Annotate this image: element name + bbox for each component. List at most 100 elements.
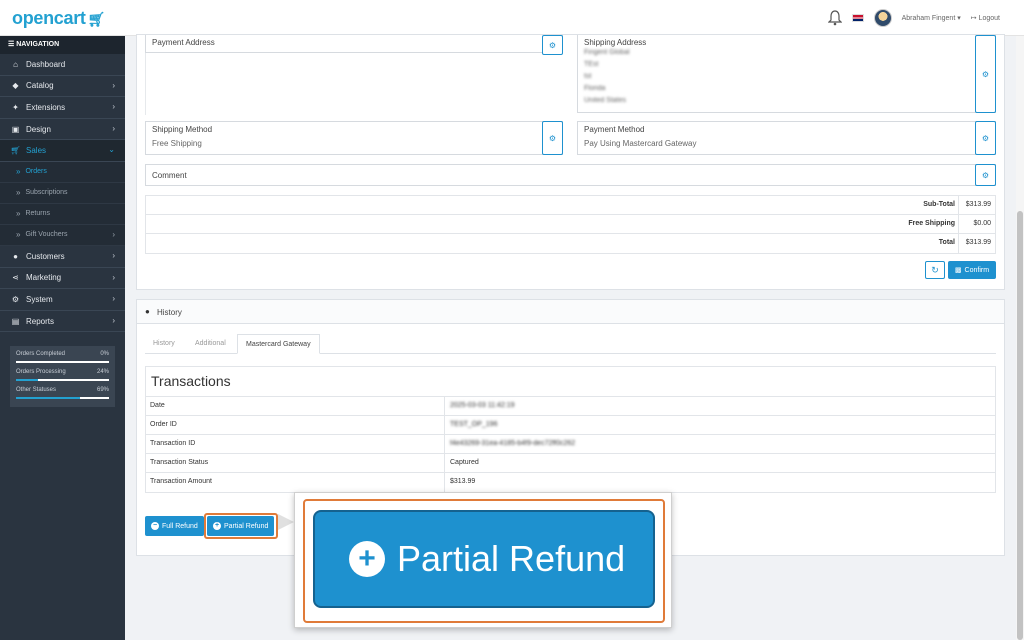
history-title: History (157, 308, 182, 317)
sidebar-subitem-orders[interactable]: » Orders (0, 161, 125, 183)
tab-additional[interactable]: Additional (187, 334, 234, 354)
chevron-right-icon: › (112, 315, 115, 325)
stat-label: Orders Completed (16, 351, 66, 358)
stat-label: Orders Processing (16, 369, 66, 376)
row-value: Captured (450, 459, 479, 466)
shipping-address-line: Fingent Global (584, 49, 630, 56)
sidebar-item-customers[interactable]: ● Customers › (0, 246, 125, 268)
confirm-button[interactable]: ▩ Confirm (948, 261, 996, 279)
sidebar-item-label: Extensions (26, 102, 66, 112)
payment-address-box: Payment Address (145, 35, 563, 53)
uk-flag-icon[interactable] (851, 14, 864, 22)
navigation-heading: ☰ NAVIGATION (0, 36, 125, 54)
comment-icon: ● (145, 307, 150, 316)
comment-settings-button[interactable]: ⚙ (975, 164, 996, 186)
tab-mastercard-gateway[interactable]: Mastercard Gateway (237, 334, 320, 354)
comment-title: Comment (152, 171, 187, 180)
zoom-callout: + Partial Refund (294, 492, 672, 628)
order-totals: Sub-Total $313.99 Free Shipping $0.00 Tota… (145, 195, 996, 254)
cog-icon: ⚙ (548, 133, 557, 143)
table-row: Transaction ID f4e43269-31ea-4185-b4f9-de… (146, 435, 995, 454)
chevron-right-icon: › (112, 272, 115, 282)
monitor-icon: ▣ (11, 124, 20, 134)
totals-row: Sub-Total $313.99 (146, 196, 995, 215)
avatar[interactable] (873, 9, 892, 27)
sidebar-item-label: Reports (26, 316, 55, 326)
shipping-address-line: Florida (584, 85, 606, 92)
stat-label: Other Statuses (16, 387, 57, 394)
opencart-logo[interactable]: opencart 🛒︎ (12, 8, 105, 29)
partial-refund-button-zoomed[interactable]: + Partial Refund (313, 510, 655, 608)
partial-refund-button[interactable]: + Partial Refund (207, 516, 275, 536)
full-refund-button[interactable]: − Full Refund (145, 516, 204, 536)
sidebar-item-marketing[interactable]: ⋖ Marketing › (0, 268, 125, 290)
sidebar-subitem-returns[interactable]: » Returns (0, 203, 125, 225)
refresh-button[interactable]: ↻ (925, 261, 945, 279)
sidebar-item-design[interactable]: ▣ Design › (0, 119, 125, 141)
stat-bar (16, 379, 109, 382)
logout-link[interactable]: ↦ Logout (971, 14, 1000, 22)
scrollbar-thumb[interactable] (1017, 211, 1023, 640)
shipping-method-settings-button[interactable]: ⚙ (542, 121, 563, 155)
table-row: Transaction Amount $313.99 (146, 473, 995, 492)
stat-other-statuses: Other Statuses 69% (16, 385, 109, 403)
sidebar-item-reports[interactable]: ▤ Reports › (0, 311, 125, 333)
stat-percent: 0% (100, 351, 109, 358)
user-name: Abraham Fingent (901, 15, 956, 22)
sidebar-subitem-label: Gift Vouchers (25, 231, 68, 239)
payment-address-settings-button[interactable]: ⚙ (542, 35, 563, 55)
stat-bar (16, 397, 109, 400)
row-key: Transaction ID (150, 440, 196, 447)
sidebar-item-extensions[interactable]: ✦ Extensions › (0, 97, 125, 119)
totals-row: Total $313.99 (146, 234, 995, 253)
sidebar: ☰ NAVIGATION ⌂ Dashboard ◆ Catalog › ✦ Exten… (0, 36, 125, 640)
scrollbar[interactable] (1016, 36, 1024, 640)
transactions-table: Transactions Date 2025-03-03 11:42:19 Ord… (145, 366, 996, 493)
payment-method-title: Payment Method (584, 125, 645, 134)
bell-icon[interactable] (827, 10, 843, 26)
totals-row: Free Shipping $0.00 (146, 215, 995, 234)
sidebar-item-label: Catalog (26, 81, 54, 91)
sidebar-item-catalog[interactable]: ◆ Catalog › (0, 76, 125, 98)
totals-value: $313.99 (965, 239, 991, 246)
shipping-address-box: Shipping Address Fingent Global TEst tst… (577, 35, 996, 113)
sidebar-item-sales[interactable]: 🛒︎ Sales ⌄ (0, 140, 125, 162)
shipping-address-settings-button[interactable]: ⚙ (975, 35, 996, 113)
shipping-address-title: Shipping Address (584, 38, 647, 47)
sidebar-item-dashboard[interactable]: ⌂ Dashboard (0, 54, 125, 76)
chevron-right-icon: › (112, 102, 115, 112)
row-key: Order ID (150, 421, 177, 428)
user-menu[interactable]: Abraham Fingent ▾ (902, 14, 961, 22)
plus-circle-icon: + (349, 541, 385, 577)
chevron-right-icon: › (112, 250, 115, 260)
shipping-method-value: Free Shipping (152, 139, 202, 148)
row-value: TEST_OP_196 (450, 421, 498, 428)
sidebar-subitem-gift-vouchers[interactable]: » Gift Vouchers › (0, 224, 125, 246)
tab-history[interactable]: History (145, 334, 183, 354)
sidebar-item-system[interactable]: ⚙ System › (0, 289, 125, 311)
totals-label: Total (938, 239, 955, 246)
payment-address-area (145, 53, 563, 115)
row-value: f4e43269-31ea-4185-b4f9-dec72ff0c262 (450, 440, 576, 447)
confirm-label: Confirm (964, 266, 990, 274)
comment-box: Comment (145, 164, 996, 186)
shipping-address-line: United States (584, 97, 627, 104)
cog-icon: ⚙ (981, 133, 990, 143)
totals-value: $313.99 (965, 201, 991, 208)
callout-pointer (278, 514, 294, 530)
payment-address-title: Payment Address (152, 38, 215, 47)
stat-percent: 69% (96, 387, 109, 394)
payment-method-settings-button[interactable]: ⚙ (975, 121, 996, 155)
caret-down-icon: ▾ (957, 15, 961, 22)
sidebar-subitem-subscriptions[interactable]: » Subscriptions (0, 182, 125, 204)
home-icon: ⌂ (13, 59, 18, 69)
chevron-right-icon: › (112, 80, 115, 90)
stat-orders-processing: Orders Processing 24% (16, 367, 109, 385)
history-header: ● History (137, 300, 1004, 324)
sidebar-item-label: System (26, 294, 53, 304)
stat-bar (16, 361, 109, 364)
sidebar-item-label: Dashboard (26, 59, 66, 69)
double-chevron-icon: » (16, 230, 21, 240)
minus-circle-icon: − (151, 522, 159, 530)
row-value: 2025-03-03 11:42:19 (450, 402, 515, 409)
